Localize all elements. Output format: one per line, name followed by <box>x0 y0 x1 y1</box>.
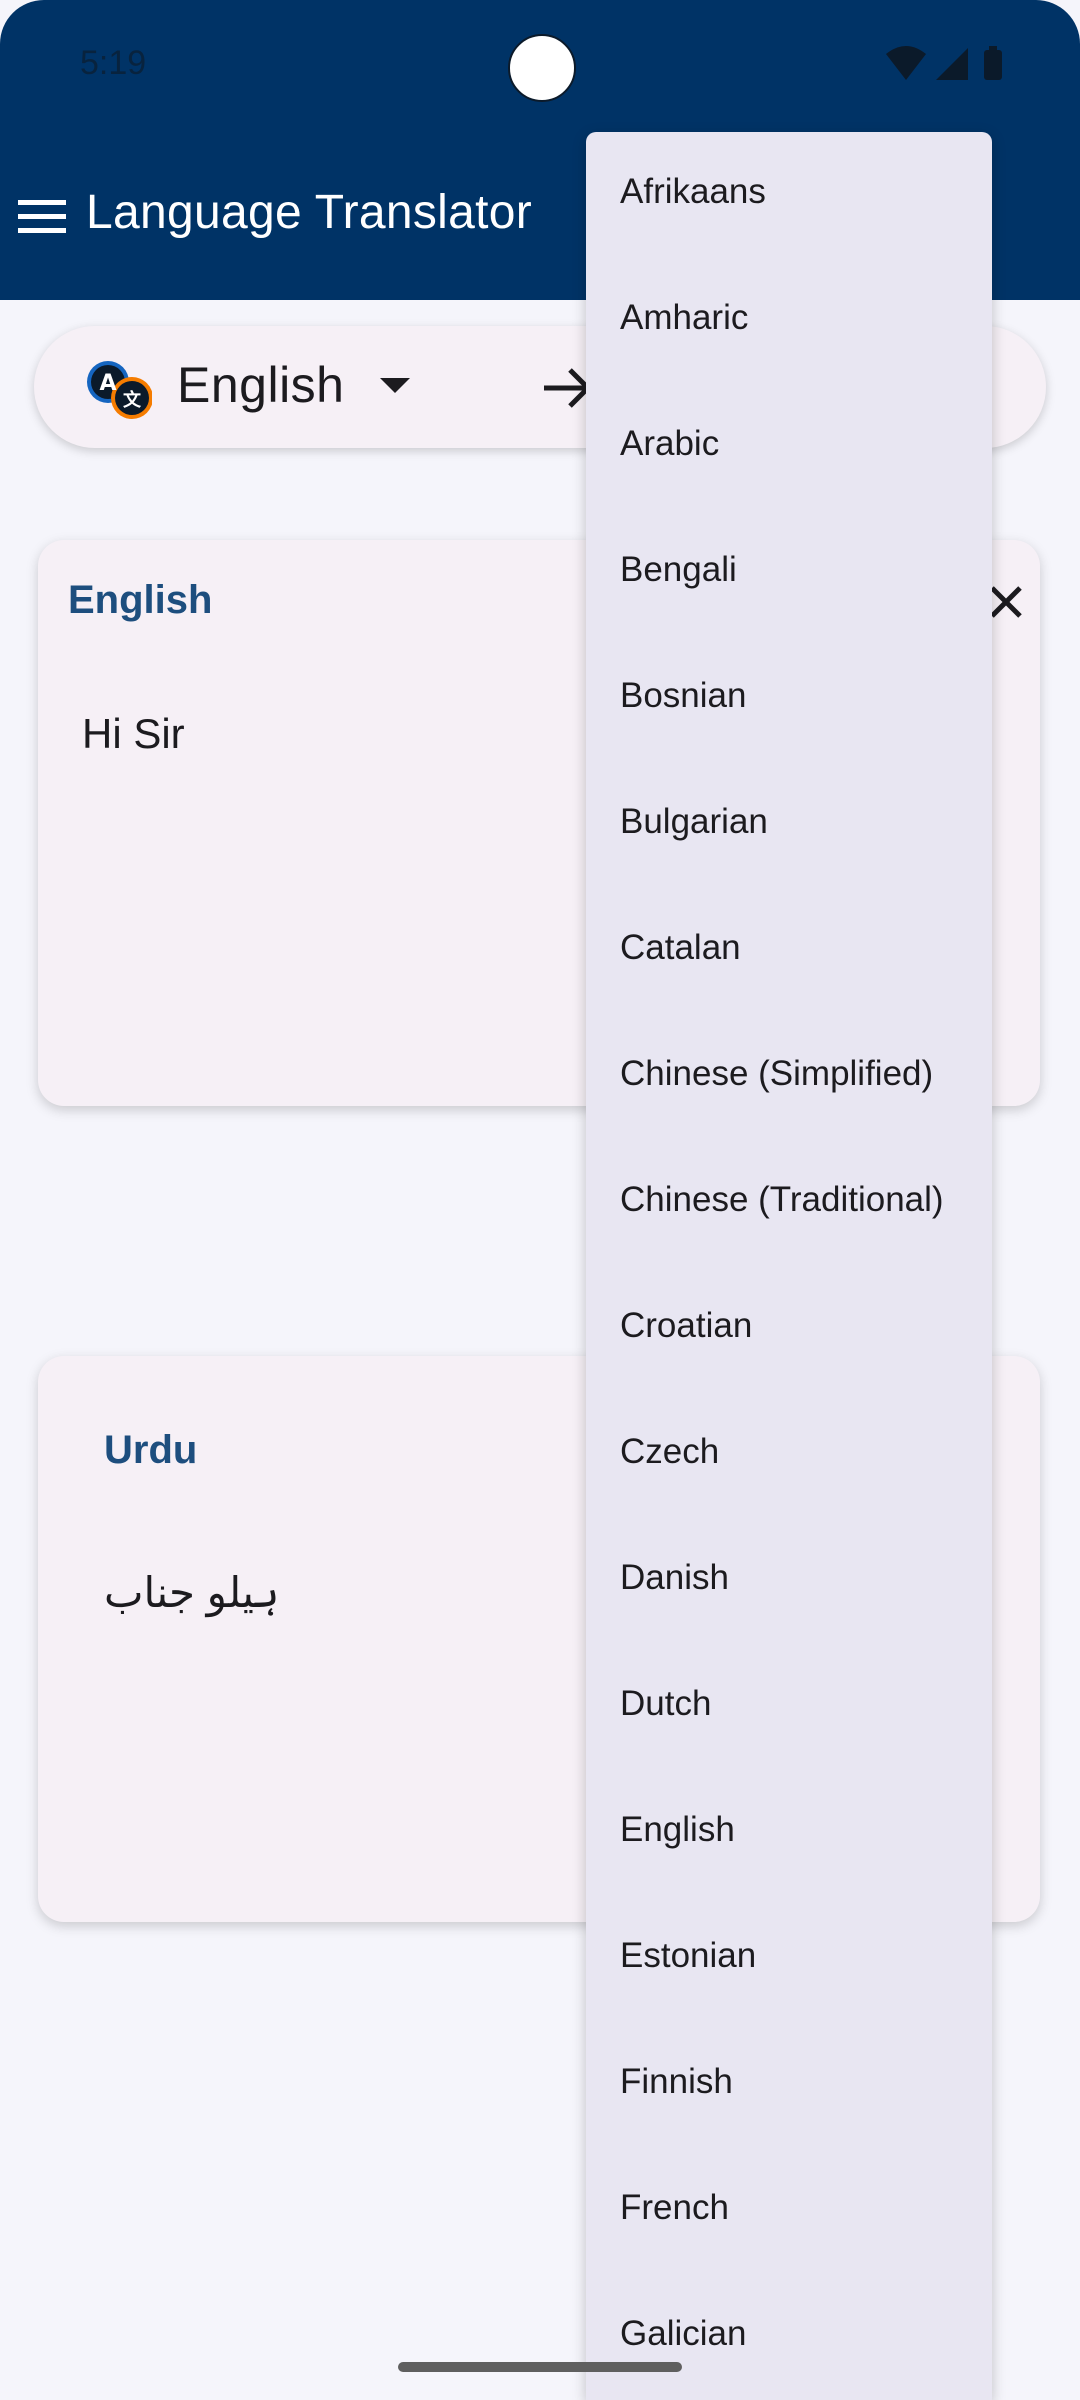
home-indicator[interactable] <box>398 2362 682 2372</box>
camera-cutout <box>508 34 576 102</box>
dropdown-item[interactable]: Danish <box>586 1518 992 1644</box>
source-card-label: English <box>68 578 213 622</box>
dropdown-item[interactable]: Estonian <box>586 1896 992 2022</box>
dropdown-item[interactable]: Catalan <box>586 888 992 1014</box>
dropdown-item[interactable]: Amharic <box>586 258 992 384</box>
caret-down-icon[interactable] <box>380 378 410 393</box>
dropdown-item[interactable]: Chinese (Traditional) <box>586 1140 992 1266</box>
dropdown-item[interactable]: Bosnian <box>586 636 992 762</box>
status-time: 5:19 <box>80 44 147 82</box>
dropdown-item[interactable]: Afrikaans <box>586 132 992 258</box>
dropdown-item[interactable]: Dutch <box>586 1644 992 1770</box>
svg-text:A: A <box>99 371 116 396</box>
dropdown-item[interactable]: Finnish <box>586 2022 992 2148</box>
dropdown-item[interactable]: Croatian <box>586 1266 992 1392</box>
app-title: Language Translator <box>86 186 533 239</box>
dropdown-item[interactable]: Arabic <box>586 384 992 510</box>
dropdown-item[interactable]: Bengali <box>586 510 992 636</box>
svg-text:文: 文 <box>123 389 142 411</box>
dropdown-item[interactable]: Galician <box>586 2274 992 2400</box>
dropdown-item[interactable]: French <box>586 2148 992 2274</box>
status-icons <box>886 46 1002 80</box>
source-language[interactable]: English <box>177 356 345 414</box>
dropdown-item[interactable]: Chinese (Simplified) <box>586 1014 992 1140</box>
translated-text: ہیلو جناب <box>104 1569 280 1616</box>
battery-icon <box>984 50 1002 80</box>
wifi-icon <box>886 46 926 80</box>
close-icon[interactable] <box>986 582 1026 622</box>
dropdown-item[interactable]: Czech <box>586 1392 992 1518</box>
target-card-label: Urdu <box>104 1428 198 1472</box>
signal-icon <box>936 48 968 80</box>
dropdown-item[interactable]: Bulgarian <box>586 762 992 888</box>
source-text[interactable]: Hi Sir <box>82 710 185 758</box>
dropdown-item[interactable]: English <box>586 1770 992 1896</box>
language-dropdown-menu: Afrikaans Amharic Arabic Bengali Bosnian… <box>586 132 992 2400</box>
translate-icon: A 文 <box>87 361 152 419</box>
menu-icon[interactable] <box>16 190 70 244</box>
